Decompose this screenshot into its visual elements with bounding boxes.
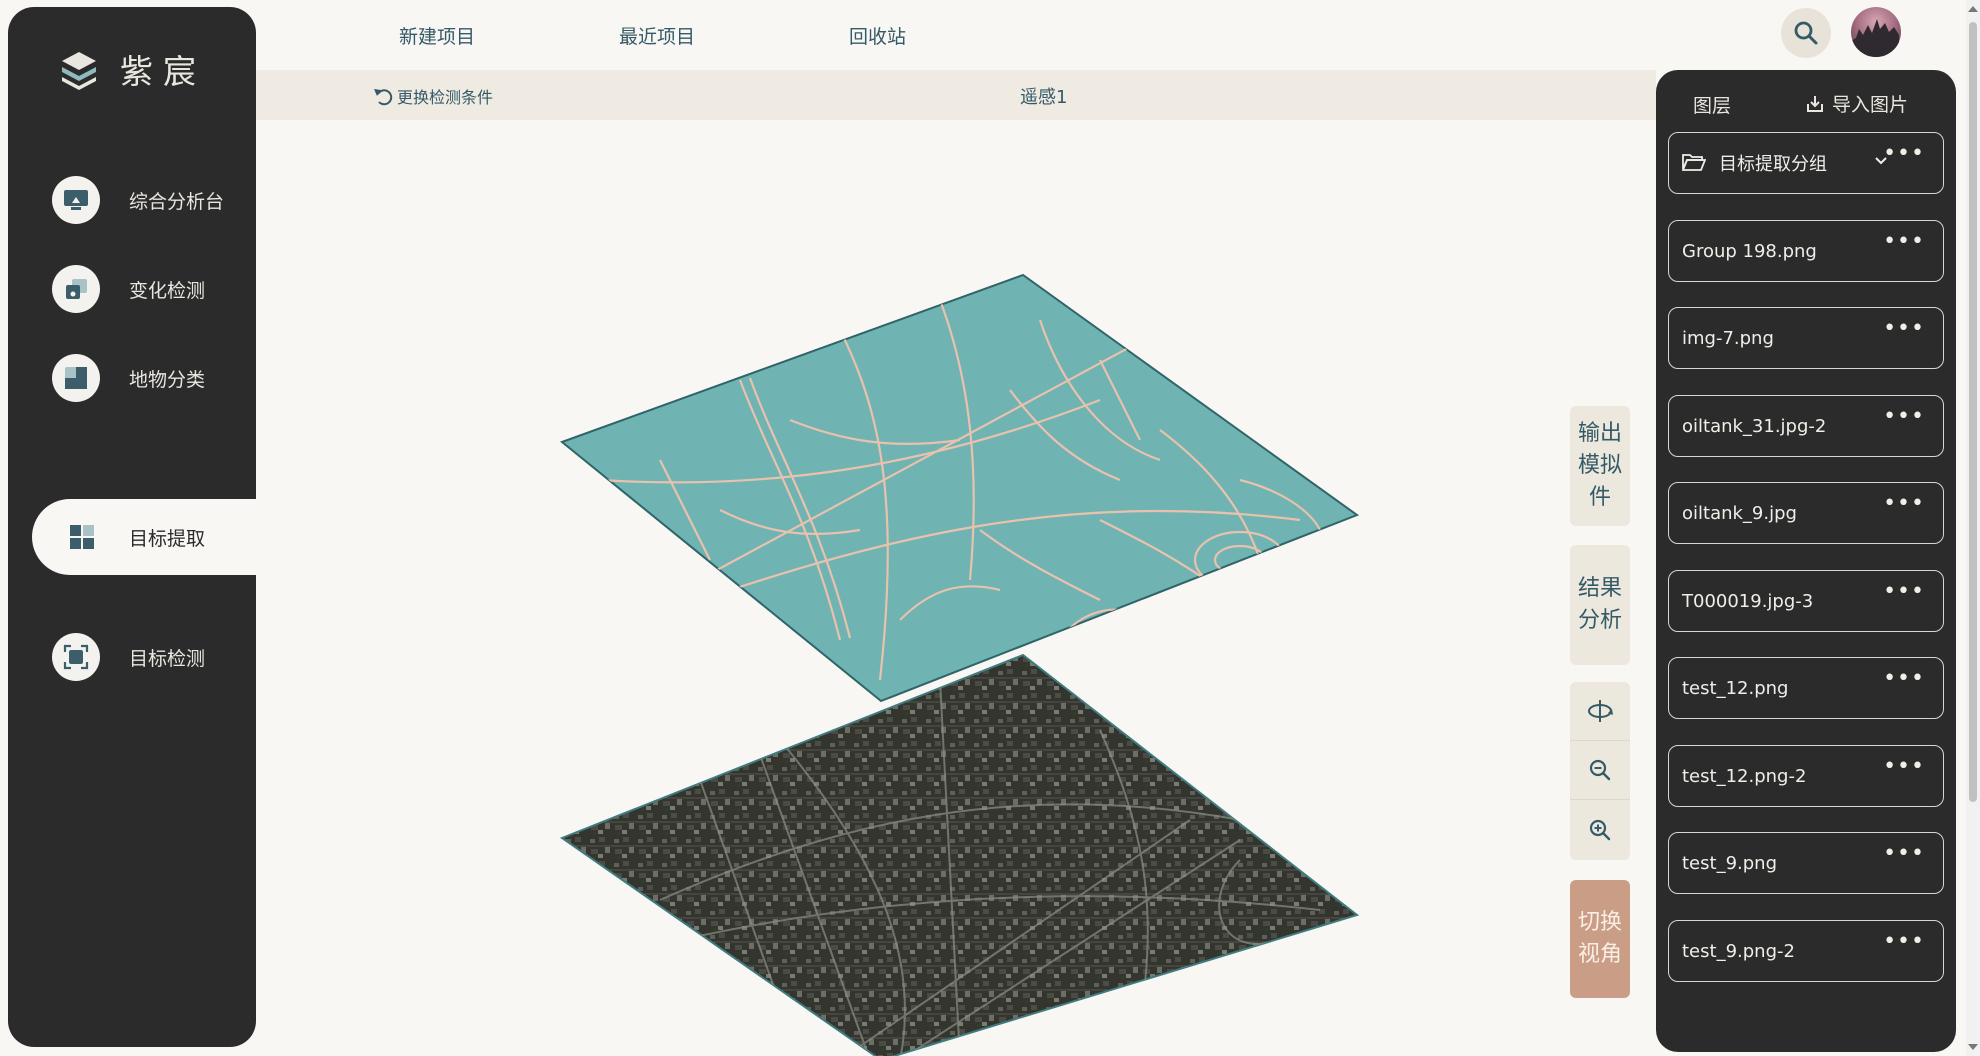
satellite-layer[interactable] <box>559 653 1360 1056</box>
layer-item-name: test_12.png-2 <box>1682 765 1807 787</box>
sidebar-item-target-extraction[interactable]: 目标提取 <box>32 499 264 575</box>
layers-icon <box>52 265 100 313</box>
layer-item-name: T000019.jpg-3 <box>1682 590 1814 612</box>
search-button[interactable] <box>1781 8 1831 58</box>
sidebar-item-label: 地物分类 <box>129 368 206 391</box>
change-conditions-label: 更换检测条件 <box>397 88 494 107</box>
result-analysis-label: 结果分析 <box>1577 576 1622 633</box>
more-options-icon[interactable]: ••• <box>1883 493 1925 515</box>
brand: 紫宸 <box>56 45 206 93</box>
search-icon <box>1794 21 1818 45</box>
layer-item-name: oiltank_9.jpg <box>1682 502 1797 524</box>
sidebar-item-change-detection[interactable]: 变化检测 <box>8 251 256 327</box>
import-image-button[interactable]: 导入图片 <box>1806 90 1908 117</box>
sidebar-item-classification[interactable]: 地物分类 <box>8 340 256 416</box>
folder-open-icon <box>1682 154 1706 171</box>
more-options-icon[interactable]: ••• <box>1883 931 1925 953</box>
layer-item-name: Group 198.png <box>1682 240 1817 262</box>
import-image-label: 导入图片 <box>1832 94 1909 116</box>
scroll-thumb[interactable] <box>1969 22 1977 802</box>
layer-item-name: test_9.png <box>1682 852 1778 874</box>
rotate-icon <box>1588 700 1613 722</box>
classify-icon <box>52 354 100 402</box>
layer-item-name: test_9.png-2 <box>1682 940 1795 962</box>
layer-panel-title: 图层 <box>1693 95 1732 117</box>
avatar[interactable] <box>1851 7 1901 57</box>
more-options-icon[interactable]: ••• <box>1883 668 1925 690</box>
import-icon <box>1807 95 1823 112</box>
change-conditions-button[interactable]: 更换检测条件 <box>373 84 493 108</box>
recent-projects-link[interactable]: 最近项目 <box>619 22 695 49</box>
layer-group[interactable]: 目标提取分组 ••• <box>1668 132 1944 194</box>
sidebar-item-label: 综合分析台 <box>129 190 225 213</box>
more-options-icon[interactable]: ••• <box>1883 581 1925 603</box>
sidebar-item-workbench[interactable]: 综合分析台 <box>8 162 256 238</box>
sidebar-item-label: 目标检测 <box>129 647 206 670</box>
result-analysis-button[interactable]: 结果分析 <box>1570 545 1630 665</box>
zoom-in-button[interactable] <box>1570 800 1630 859</box>
sidebar-item-label: 目标提取 <box>129 527 206 550</box>
more-options-icon[interactable]: ••• <box>1883 231 1925 253</box>
scroll-up-icon[interactable] <box>1968 6 1978 12</box>
page-scrollbar[interactable] <box>1966 0 1980 1056</box>
target-icon <box>52 633 100 681</box>
layer-item[interactable]: oiltank_9.jpg ••• <box>1668 482 1944 544</box>
layer-item[interactable]: test_9.png-2 ••• <box>1668 920 1944 982</box>
layer-item-name: test_12.png <box>1682 677 1789 699</box>
layer-item[interactable]: oiltank_31.jpg-2 ••• <box>1668 395 1944 457</box>
zoom-out-icon <box>1589 759 1611 781</box>
zoom-in-icon <box>1589 819 1611 840</box>
layer-item[interactable]: Group 198.png ••• <box>1668 220 1944 282</box>
layer-item[interactable]: test_9.png ••• <box>1668 832 1944 894</box>
logo-icon <box>62 52 96 90</box>
project-title: 遥感1 <box>1020 87 1068 108</box>
rotate-button[interactable] <box>1570 682 1630 741</box>
layer-item-name: oiltank_31.jpg-2 <box>1682 415 1827 437</box>
layer-item[interactable]: test_12.png ••• <box>1668 657 1944 719</box>
sidebar-item-label: 变化检测 <box>129 279 206 302</box>
more-options-icon[interactable]: ••• <box>1883 843 1925 865</box>
layer-panel: 图层 导入图片 目标提取分组 ••• Group 198.png ••• img… <box>1656 70 1956 1052</box>
layer-item[interactable]: img-7.png ••• <box>1668 307 1944 369</box>
zoom-out-button[interactable] <box>1570 741 1630 800</box>
more-options-icon[interactable]: ••• <box>1883 143 1925 165</box>
scroll-down-icon[interactable] <box>1968 1044 1978 1050</box>
sidebar: 紫宸 综合分析台 变化检测 地物分类 目标提取 目标检测 <box>8 7 264 1047</box>
export-simulation-button[interactable]: 输出模拟件 <box>1570 406 1630 526</box>
brand-name: 紫宸 <box>120 52 206 91</box>
switch-view-button[interactable]: 切换视角 <box>1570 880 1630 998</box>
export-simulation-label: 输出模拟件 <box>1577 421 1622 510</box>
layer-item[interactable]: T000019.jpg-3 ••• <box>1668 570 1944 632</box>
road-extraction-layer[interactable] <box>559 273 1360 703</box>
view-tools <box>1570 682 1630 860</box>
undo-icon <box>374 89 393 106</box>
more-options-icon[interactable]: ••• <box>1883 756 1925 778</box>
recycle-bin-link[interactable]: 回收站 <box>849 22 906 49</box>
switch-view-label: 切换视角 <box>1577 910 1622 967</box>
layer-item-name: img-7.png <box>1682 327 1774 349</box>
monitor-icon <box>52 176 100 224</box>
sidebar-item-target-detection[interactable]: 目标检测 <box>8 619 256 695</box>
layer-item[interactable]: test_12.png-2 ••• <box>1668 745 1944 807</box>
subbar: 更换检测条件 遥感1 <box>256 70 1656 120</box>
more-options-icon[interactable]: ••• <box>1883 318 1925 340</box>
layer-group-name: 目标提取分组 <box>1719 154 1827 175</box>
new-project-link[interactable]: 新建项目 <box>399 22 475 49</box>
more-options-icon[interactable]: ••• <box>1883 406 1925 428</box>
grid-icon <box>70 525 94 549</box>
layer-stack-canvas[interactable] <box>540 260 1380 1056</box>
